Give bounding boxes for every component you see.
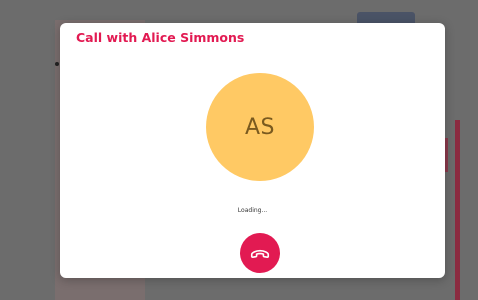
hang-up-button[interactable] <box>240 233 280 273</box>
call-status: Loading... <box>237 207 268 214</box>
avatar: AS <box>206 73 314 181</box>
phone-hangup-icon <box>249 242 271 264</box>
avatar-initials: AS <box>244 114 275 140</box>
call-dialog: Call with Alice Simmons AS Loading... <box>60 23 445 278</box>
call-title: Call with Alice Simmons <box>76 30 245 45</box>
